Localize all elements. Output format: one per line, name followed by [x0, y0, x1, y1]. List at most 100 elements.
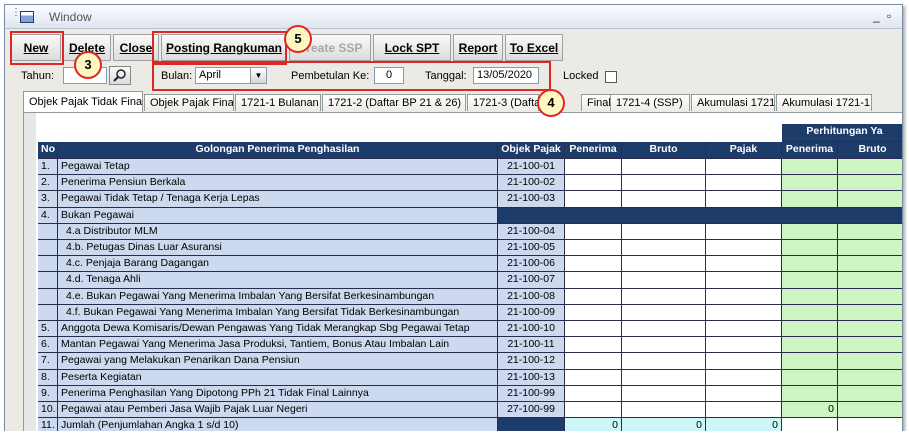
tab-panel: Perhitungan Ya No Golongan Penerima Pengha…	[23, 112, 902, 437]
cell-bruto	[622, 272, 706, 289]
group-band	[498, 207, 902, 224]
row-name: Anggota Dewa Komisaris/Dewan Pengawas Ya…	[58, 321, 498, 338]
chevron-down-icon[interactable]: ▼	[250, 68, 266, 83]
report-button[interactable]: Report	[453, 34, 503, 61]
cell-pajak	[706, 240, 782, 257]
row-no: 10.	[38, 402, 58, 419]
cell-penerima	[565, 385, 622, 402]
row-code: 21-100-08	[498, 288, 565, 305]
tab-objek-pajak-final[interactable]: Objek Pajak Final	[144, 94, 234, 111]
cell-penerima-2	[782, 191, 838, 208]
to-excel-button[interactable]: To Excel	[505, 34, 563, 61]
cell-penerima	[565, 191, 622, 208]
tab-akumulasi-1721[interactable]: Akumulasi 1721	[691, 94, 775, 111]
row-no: 3.	[38, 191, 58, 208]
cell-bruto-2	[838, 304, 902, 321]
cell-penerima-2	[782, 304, 838, 321]
cell-penerima	[565, 353, 622, 370]
cell-penerima-2	[782, 369, 838, 386]
row-no	[38, 288, 58, 305]
row-name: Penerima Penghasilan Yang Dipotong PPh 2…	[58, 385, 498, 402]
cell-bruto	[622, 240, 706, 257]
row-code: 21-100-13	[498, 369, 565, 386]
tab-akumulasi-1721-1[interactable]: Akumulasi 1721-1	[776, 94, 872, 111]
cell-pajak	[706, 191, 782, 208]
bulan-label: Bulan:	[161, 70, 193, 82]
cell-penerima-2	[782, 385, 838, 402]
row-name: 4.f. Bukan Pegawai Yang Menerima Imbalan…	[58, 304, 498, 321]
main-window: ⋮ Window _ ▫ New Delete Close Posting Ra…	[4, 4, 903, 438]
cell-bruto	[622, 256, 706, 273]
row-code: 21-100-09	[498, 304, 565, 321]
cell-pajak	[706, 402, 782, 419]
filter-bar: Tahun: Bulan: April ▼ Pembetulan Ke: 0 T…	[5, 65, 902, 89]
cell-pajak	[706, 175, 782, 192]
row-no	[38, 256, 58, 273]
row-name: 4.a Distributor MLM	[58, 223, 498, 240]
cell-bruto	[622, 191, 706, 208]
tahun-label: Tahun:	[21, 70, 55, 82]
column-header: Penerima	[565, 142, 622, 159]
cell-bruto-2	[838, 321, 902, 338]
cell-pajak	[706, 288, 782, 305]
cell-bruto-2	[838, 402, 902, 419]
cell-pajak	[706, 159, 782, 176]
tab-1721-2[interactable]: 1721-2 (Daftar BP 21 & 26)	[322, 94, 466, 111]
close-button[interactable]: Close	[113, 34, 159, 61]
tab-1721-4-ssp[interactable]: 1721-4 (SSP)	[610, 94, 690, 111]
row-code: 21-100-12	[498, 353, 565, 370]
cell-bruto	[622, 288, 706, 305]
cell-bruto-2	[838, 256, 902, 273]
row-no: 7.	[38, 353, 58, 370]
cell-penerima	[565, 402, 622, 419]
cell-bruto	[622, 321, 706, 338]
column-header: Bruto	[622, 142, 706, 159]
tab-1721-1-bulanan[interactable]: 1721-1 Bulanan	[235, 94, 321, 111]
cell-penerima	[565, 223, 622, 240]
row-code: 21-100-10	[498, 321, 565, 338]
drag-grip-icon[interactable]: ⋮	[11, 8, 21, 18]
row-name: Pegawai Tetap	[58, 159, 498, 176]
cell-penerima	[565, 321, 622, 338]
posting-rangkuman-button[interactable]: Posting Rangkuman	[161, 34, 287, 61]
tanggal-input[interactable]: 13/05/2020	[473, 67, 539, 84]
row-no: 5.	[38, 321, 58, 338]
cell-penerima	[565, 369, 622, 386]
cell-penerima	[565, 240, 622, 257]
callout-badge-5: 5	[284, 25, 312, 53]
cell-pajak	[706, 337, 782, 354]
row-no: 8.	[38, 369, 58, 386]
row-code: 21-100-06	[498, 256, 565, 273]
search-icon	[113, 69, 126, 82]
cell-penerima-2	[782, 337, 838, 354]
lock-spt-button[interactable]: Lock SPT	[373, 34, 451, 61]
cell-bruto-2	[838, 369, 902, 386]
cell-bruto-2	[838, 159, 902, 176]
cell-bruto-2	[838, 272, 902, 289]
cell-penerima-2	[782, 272, 838, 289]
row-no	[38, 240, 58, 257]
row-name: Bukan Pegawai	[58, 207, 498, 224]
row-code: 21-100-07	[498, 272, 565, 289]
row-code: 21-100-01	[498, 159, 565, 176]
title-bar: ⋮ Window _ ▫	[5, 5, 902, 29]
cell-penerima	[565, 159, 622, 176]
row-name: 4.c. Penjaja Barang Dagangan	[58, 256, 498, 273]
cell-penerima	[565, 256, 622, 273]
cell-bruto-2	[838, 288, 902, 305]
new-button[interactable]: New	[11, 34, 61, 61]
tab-1721-3[interactable]: 1721-3 (Daftar	[467, 94, 539, 111]
minimize-icon[interactable]: _	[873, 9, 880, 23]
search-button[interactable]	[109, 66, 131, 85]
bulan-select[interactable]: April ▼	[195, 67, 267, 84]
cell-penerima-2	[782, 175, 838, 192]
restore-icon[interactable]: ▫	[887, 9, 891, 23]
locked-label: Locked	[563, 70, 599, 82]
cell-penerima	[565, 175, 622, 192]
locked-checkbox[interactable]	[605, 71, 617, 83]
column-header: Bruto	[838, 142, 902, 159]
tab-objek-pajak-tidak-final[interactable]: Objek Pajak Tidak Final	[23, 91, 143, 112]
row-name: 4.b. Petugas Dinas Luar Asuransi	[58, 240, 498, 257]
pembetulan-input[interactable]: 0	[374, 67, 404, 84]
cell-pajak	[706, 353, 782, 370]
